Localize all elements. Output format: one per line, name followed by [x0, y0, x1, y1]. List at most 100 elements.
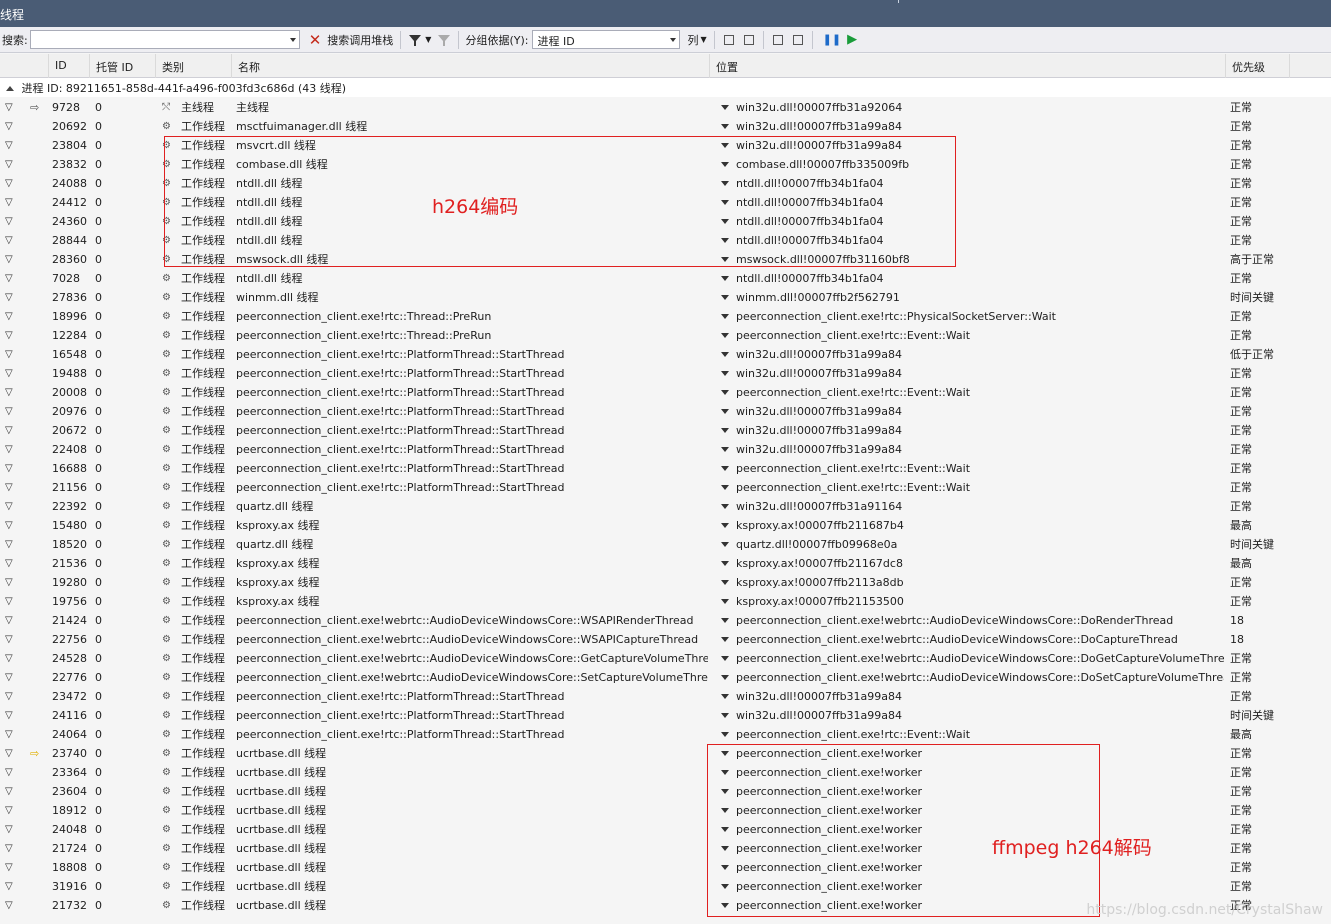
- location-expand-icon[interactable]: [718, 98, 732, 117]
- flag-clear-button[interactable]: [434, 30, 454, 50]
- flag-icon[interactable]: ▽: [5, 611, 19, 630]
- flag-icon[interactable]: ▽: [5, 326, 19, 345]
- pause-icon[interactable]: ❚❚: [823, 33, 841, 46]
- category-column-header[interactable]: 类别: [156, 54, 232, 78]
- priority-column-header[interactable]: 优先级: [1226, 54, 1290, 78]
- thread-row[interactable]: ▽ 21424 0 ⚙ 工作线程 peerconnection_client.exe!we…: [0, 611, 1331, 630]
- location-expand-icon[interactable]: [718, 516, 732, 535]
- flag-icon[interactable]: ▽: [5, 706, 19, 725]
- location-expand-icon[interactable]: [718, 573, 732, 592]
- location-expand-icon[interactable]: [718, 592, 732, 611]
- thread-row[interactable]: ▽ 16688 0 ⚙ 工作线程 peerconnection_client.exe!rt…: [0, 459, 1331, 478]
- flag-icon[interactable]: ▽: [5, 801, 19, 820]
- flag-icon[interactable]: ▽: [5, 307, 19, 326]
- flag-icon[interactable]: ▽: [5, 763, 19, 782]
- clear-search-icon[interactable]: ✕: [309, 32, 322, 47]
- location-expand-icon[interactable]: [718, 725, 732, 744]
- location-expand-icon[interactable]: [718, 649, 732, 668]
- flag-icon[interactable]: ▽: [5, 193, 19, 212]
- thread-row[interactable]: ▽ 22408 0 ⚙ 工作线程 peerconnection_client.exe!rt…: [0, 440, 1331, 459]
- location-expand-icon[interactable]: [718, 706, 732, 725]
- flag-icon[interactable]: ▽: [5, 440, 19, 459]
- flag-icon[interactable]: ▽: [5, 402, 19, 421]
- thread-row[interactable]: ▽ 24064 0 ⚙ 工作线程 peerconnection_client.exe!rt…: [0, 725, 1331, 744]
- thread-row[interactable]: ▽ 16548 0 ⚙ 工作线程 peerconnection_client.exe!rt…: [0, 345, 1331, 364]
- search-callstack-button[interactable]: ✕ 搜索调用堆栈: [306, 30, 397, 50]
- thread-row[interactable]: ▽ 21536 0 ⚙ 工作线程 ksproxy.ax 线程 ksproxy.ax!0000…: [0, 554, 1331, 573]
- flag-icon[interactable]: ▽: [5, 117, 19, 136]
- flag-icon[interactable]: ▽: [5, 687, 19, 706]
- flag-column-header[interactable]: [0, 54, 49, 78]
- process-group-row[interactable]: 进程 ID: 89211651-858d-441f-a496-f003fd3c6…: [0, 78, 1331, 97]
- flag-icon[interactable]: ▽: [5, 725, 19, 744]
- thread-row[interactable]: ▽ 22756 0 ⚙ 工作线程 peerconnection_client.exe!we…: [0, 630, 1331, 649]
- flag-icon[interactable]: ▽: [5, 212, 19, 231]
- location-expand-icon[interactable]: [718, 497, 732, 516]
- flag-icon[interactable]: ▽: [5, 136, 19, 155]
- search-dropdown-icon[interactable]: [289, 38, 296, 42]
- columns-button[interactable]: 列 ▼: [684, 30, 709, 50]
- flag-icon[interactable]: ▽: [5, 573, 19, 592]
- thread-row[interactable]: ▽ 15480 0 ⚙ 工作线程 ksproxy.ax 线程 ksproxy.ax!0000…: [0, 516, 1331, 535]
- id-column-header[interactable]: ID: [49, 54, 90, 78]
- thread-row[interactable]: ▽ 21156 0 ⚙ 工作线程 peerconnection_client.exe!rt…: [0, 478, 1331, 497]
- location-expand-icon[interactable]: [718, 269, 732, 288]
- flag-icon[interactable]: ▽: [5, 535, 19, 554]
- location-expand-icon[interactable]: [718, 630, 732, 649]
- location-expand-icon[interactable]: [718, 459, 732, 478]
- flag-icon[interactable]: ▽: [5, 630, 19, 649]
- thread-row[interactable]: ▽ 23604 0 ⚙ 工作线程 ucrtbase.dll 线程 peerconnectio…: [0, 782, 1331, 801]
- thread-row[interactable]: ▽ 18808 0 ⚙ 工作线程 ucrtbase.dll 线程 peerconnectio…: [0, 858, 1331, 877]
- location-expand-icon[interactable]: [718, 478, 732, 497]
- collapse-group-icon[interactable]: [6, 86, 14, 91]
- flag-icon[interactable]: ▽: [5, 516, 19, 535]
- flag-icon[interactable]: ▽: [5, 592, 19, 611]
- thread-row[interactable]: ▽ 18996 0 ⚙ 工作线程 peerconnection_client.exe!rt…: [0, 307, 1331, 326]
- location-expand-icon[interactable]: [718, 611, 732, 630]
- group-by-select[interactable]: 进程 ID: [532, 30, 681, 49]
- thread-row[interactable]: ▽ 18520 0 ⚙ 工作线程 quartz.dll 线程 quartz.dll!0000…: [0, 535, 1331, 554]
- flag-icon[interactable]: ▽: [5, 820, 19, 839]
- flag-icon[interactable]: ▽: [5, 497, 19, 516]
- location-expand-icon[interactable]: [718, 687, 732, 706]
- group-by-dropdown-icon[interactable]: [670, 38, 677, 42]
- flag-icon[interactable]: ▽: [5, 250, 19, 269]
- thread-row[interactable]: ▽ 20672 0 ⚙ 工作线程 peerconnection_client.exe!rt…: [0, 421, 1331, 440]
- flag-icon[interactable]: ▽: [5, 174, 19, 193]
- location-expand-icon[interactable]: [718, 668, 732, 687]
- flag-icon[interactable]: ▽: [5, 288, 19, 307]
- show-all-icon[interactable]: [792, 34, 803, 45]
- flag-icon[interactable]: ▽: [5, 155, 19, 174]
- location-expand-icon[interactable]: [718, 554, 732, 573]
- thread-row[interactable]: ▽ 27836 0 ⚙ 工作线程 winmm.dll 线程 winmm.dll!00007f…: [0, 288, 1331, 307]
- flag-filter-button[interactable]: ▼: [405, 30, 434, 50]
- location-expand-icon[interactable]: [718, 535, 732, 554]
- thread-row[interactable]: ▽ 22776 0 ⚙ 工作线程 peerconnection_client.exe!we…: [0, 668, 1331, 687]
- thread-row[interactable]: ▽ 24528 0 ⚙ 工作线程 peerconnection_client.exe!we…: [0, 649, 1331, 668]
- filter-dropdown-icon[interactable]: ▼: [425, 35, 431, 44]
- location-expand-icon[interactable]: [718, 307, 732, 326]
- thread-row[interactable]: ▽ 31916 0 ⚙ 工作线程 ucrtbase.dll 线程 peerconnectio…: [0, 877, 1331, 896]
- thread-row[interactable]: ▽ 19280 0 ⚙ 工作线程 ksproxy.ax 线程 ksproxy.ax!0000…: [0, 573, 1331, 592]
- location-expand-icon[interactable]: [718, 326, 732, 345]
- flag-icon[interactable]: ▽: [5, 554, 19, 573]
- thread-row[interactable]: ▽ 7028 0 ⚙ 工作线程 ntdll.dll 线程 ntdll.dll!00007ff…: [0, 269, 1331, 288]
- location-expand-icon[interactable]: [718, 364, 732, 383]
- flag-icon[interactable]: ▽: [5, 364, 19, 383]
- location-expand-icon[interactable]: [718, 288, 732, 307]
- thread-row[interactable]: ▽ 19488 0 ⚙ 工作线程 peerconnection_client.exe!rt…: [0, 364, 1331, 383]
- location-expand-icon[interactable]: [718, 117, 732, 136]
- show-external-icon[interactable]: [772, 34, 783, 45]
- flag-icon[interactable]: ▽: [5, 345, 19, 364]
- flag-icon[interactable]: ▽: [5, 478, 19, 497]
- name-column-header[interactable]: 名称: [232, 54, 710, 78]
- location-column-header[interactable]: 位置: [710, 54, 1226, 78]
- location-expand-icon[interactable]: [718, 440, 732, 459]
- thread-row[interactable]: ▽ ⇨ 9728 0 ⤲ 主线程 主线程 win32u.dll!00007ffb31a9206…: [0, 98, 1331, 117]
- flag-icon[interactable]: ▽: [5, 668, 19, 687]
- flag-icon[interactable]: ▽: [5, 383, 19, 402]
- thread-row[interactable]: ▽ 23472 0 ⚙ 工作线程 peerconnection_client.exe!rt…: [0, 687, 1331, 706]
- flag-icon[interactable]: ▽: [5, 896, 19, 915]
- thread-row[interactable]: ▽ 20008 0 ⚙ 工作线程 peerconnection_client.exe!rt…: [0, 383, 1331, 402]
- flag-icon[interactable]: ▽: [5, 98, 19, 117]
